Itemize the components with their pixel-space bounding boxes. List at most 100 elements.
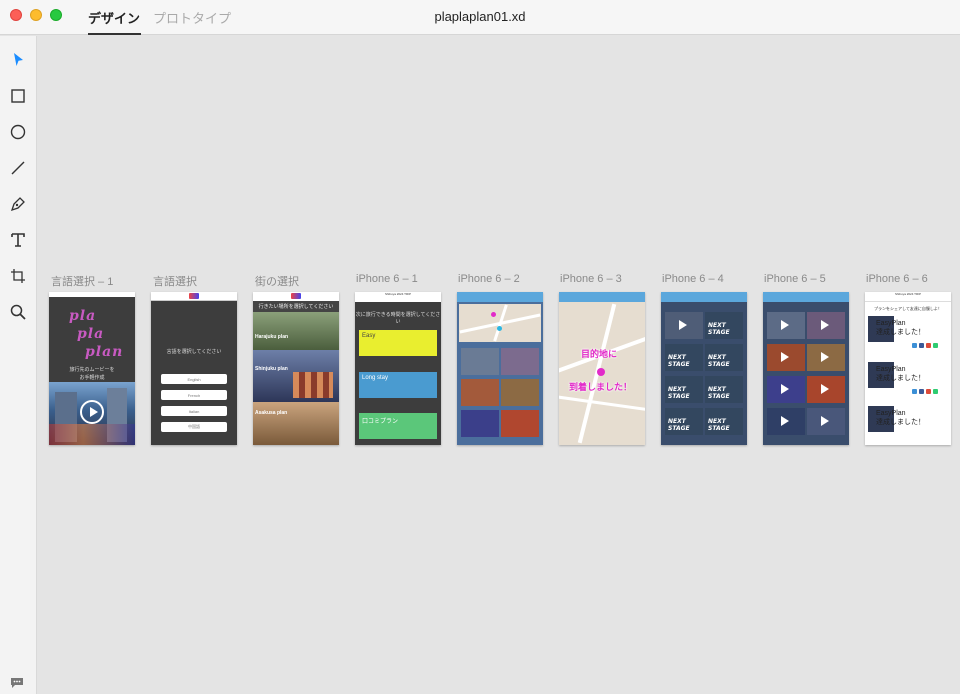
prompt-text: 次に旅行できる時間を選択してください <box>355 312 441 325</box>
language-option[interactable]: 中国語 <box>161 422 227 432</box>
artboard-label[interactable]: iPhone 6 – 4 <box>662 273 724 285</box>
google-icon[interactable] <box>926 343 931 348</box>
spot-thumbnail[interactable] <box>501 410 539 437</box>
google-icon[interactable] <box>926 389 931 394</box>
artboard-label[interactable]: 言語選択 <box>153 273 197 289</box>
city-card[interactable]: Asakusa plan <box>253 402 339 445</box>
app-logo: pla <box>77 326 105 342</box>
maximize-window-button[interactable] <box>50 9 62 21</box>
pen-icon[interactable] <box>6 192 30 216</box>
artboard-label[interactable]: iPhone 6 – 1 <box>356 273 418 285</box>
video-tile[interactable]: NEXT STAGE <box>705 408 743 435</box>
video-tile[interactable] <box>807 344 845 371</box>
artboard-next-stage[interactable]: NEXT STAGE NEXT STAGE NEXT STAGE NEXT ST… <box>661 292 747 445</box>
language-option[interactable]: English <box>161 374 227 384</box>
artboard-label[interactable]: iPhone 6 – 5 <box>764 273 826 285</box>
destination-pin-icon <box>597 368 605 376</box>
video-tile[interactable]: NEXT STAGE <box>705 344 743 371</box>
nav-bar <box>253 292 339 301</box>
spot-thumbnail[interactable] <box>461 348 499 375</box>
artboard-label[interactable]: 街の選択 <box>255 273 299 289</box>
select-icon[interactable] <box>6 48 30 72</box>
spot-thumbnail[interactable] <box>461 379 499 406</box>
plan-label: 口コミプラン <box>362 419 399 425</box>
video-tile[interactable]: NEXT STAGE <box>665 408 703 435</box>
plan-text: EasyPlan 達成しました！ <box>876 366 925 382</box>
video-tile[interactable] <box>767 344 805 371</box>
language-option[interactable]: French <box>161 390 227 400</box>
shared-plan-row[interactable]: EasyPlan 達成しました！ <box>868 362 948 396</box>
city-card[interactable]: Shinjuku plan <box>253 350 339 402</box>
spot-thumbnail[interactable] <box>501 379 539 406</box>
city-label: Harajuku plan <box>255 334 289 340</box>
text-icon[interactable] <box>6 228 30 252</box>
video-tile[interactable]: NEXT STAGE <box>705 312 743 339</box>
app-logo: plan <box>85 344 124 360</box>
arrival-text: 目的地に <box>581 349 618 359</box>
video-tile[interactable]: NEXT STAGE <box>705 376 743 403</box>
tab-design[interactable]: デザイン <box>88 8 141 35</box>
app-logo: pla <box>69 308 97 324</box>
video-tile[interactable] <box>767 408 805 435</box>
video-tile[interactable] <box>807 312 845 339</box>
artboard-label[interactable]: 言語選択 – 1 <box>51 273 113 289</box>
map-pin-icon <box>491 312 496 317</box>
video-tile[interactable] <box>767 376 805 403</box>
mini-logo-icon <box>291 293 301 299</box>
rectangle-icon[interactable] <box>6 84 30 108</box>
artboard-video-grid[interactable] <box>763 292 849 445</box>
header-text: Shibuya 2024 TRIP <box>385 292 411 296</box>
line-share-icon[interactable] <box>933 389 938 394</box>
shared-plan-row[interactable]: EasyPlan 達成しました！ <box>868 406 948 440</box>
feedback-icon[interactable] <box>10 676 24 688</box>
minimize-window-button[interactable] <box>30 9 42 21</box>
twitter-icon[interactable] <box>912 389 917 394</box>
city-label: Asakusa plan <box>255 410 288 416</box>
plan-kuchikomi-button[interactable]: 口コミプラン <box>359 413 437 439</box>
spot-thumbnail[interactable] <box>461 410 499 437</box>
video-tile[interactable]: NEXT STAGE <box>665 344 703 371</box>
arrival-map[interactable] <box>559 302 645 445</box>
artboard-language[interactable]: 言語を選択してください English French Italian 中国語 <box>151 292 237 445</box>
artboard-city[interactable]: 行きたい場所を選択してください Harajuku plan Shinjuku p… <box>253 292 339 445</box>
facebook-icon[interactable] <box>919 343 924 348</box>
artboard-share[interactable]: Shibuya 2024 TRIP プランをシェアして友達に自慢しよ！ Easy… <box>865 292 951 445</box>
title-bar: デザイン プロトタイプ plaplaplan01.xd <box>0 0 960 35</box>
design-canvas[interactable]: 言語選択 – 1 言語選択 街の選択 iPhone 6 – 1 iPhone 6… <box>38 36 960 694</box>
facebook-icon[interactable] <box>919 389 924 394</box>
video-tile[interactable]: NEXT STAGE <box>665 376 703 403</box>
artboard-label[interactable]: iPhone 6 – 3 <box>560 273 622 285</box>
twitter-icon[interactable] <box>912 343 917 348</box>
shared-plan-row[interactable]: EasyPlan 達成しました！ <box>868 316 948 350</box>
artboard-map-grid[interactable] <box>457 292 543 445</box>
language-option[interactable]: Italian <box>161 406 227 416</box>
spot-thumbnail[interactable] <box>501 348 539 375</box>
line-icon[interactable] <box>6 156 30 180</box>
nav-bar: Shibuya 2024 TRIP <box>865 292 951 302</box>
video-tile[interactable] <box>767 312 805 339</box>
caption-text: お手軽作成 <box>79 375 105 381</box>
ellipse-icon[interactable] <box>6 120 30 144</box>
line-share-icon[interactable] <box>933 343 938 348</box>
artboard-plan[interactable]: Shibuya 2024 TRIP 次に旅行できる時間を選択してください Eas… <box>355 292 441 445</box>
close-window-button[interactable] <box>10 9 22 21</box>
city-card[interactable]: Harajuku plan <box>253 312 339 350</box>
artboard-label[interactable]: iPhone 6 – 6 <box>866 273 928 285</box>
status-bar <box>49 292 135 297</box>
plan-easy-button[interactable]: Easy <box>359 330 437 356</box>
artboard-label[interactable]: iPhone 6 – 2 <box>458 273 520 285</box>
video-tile[interactable] <box>665 312 703 339</box>
tab-prototype[interactable]: プロトタイプ <box>153 8 231 35</box>
artboard-arrival[interactable]: 目的地に 到着しました！ <box>559 292 645 445</box>
video-tile[interactable] <box>807 408 845 435</box>
zoom-icon[interactable] <box>6 300 30 324</box>
share-prompt: プランをシェアして友達に自慢しよ！ <box>874 306 942 311</box>
nav-bar <box>151 292 237 301</box>
artboard-icon[interactable] <box>6 264 30 288</box>
map-pin-icon <box>497 326 502 331</box>
video-tile[interactable] <box>807 376 845 403</box>
plan-longstay-button[interactable]: Long stay <box>359 372 437 398</box>
route-map[interactable] <box>459 304 541 342</box>
artboard-splash[interactable]: pla pla plan 旅行先のムービーを お手軽作成 <box>49 292 135 445</box>
play-icon[interactable] <box>80 400 104 424</box>
